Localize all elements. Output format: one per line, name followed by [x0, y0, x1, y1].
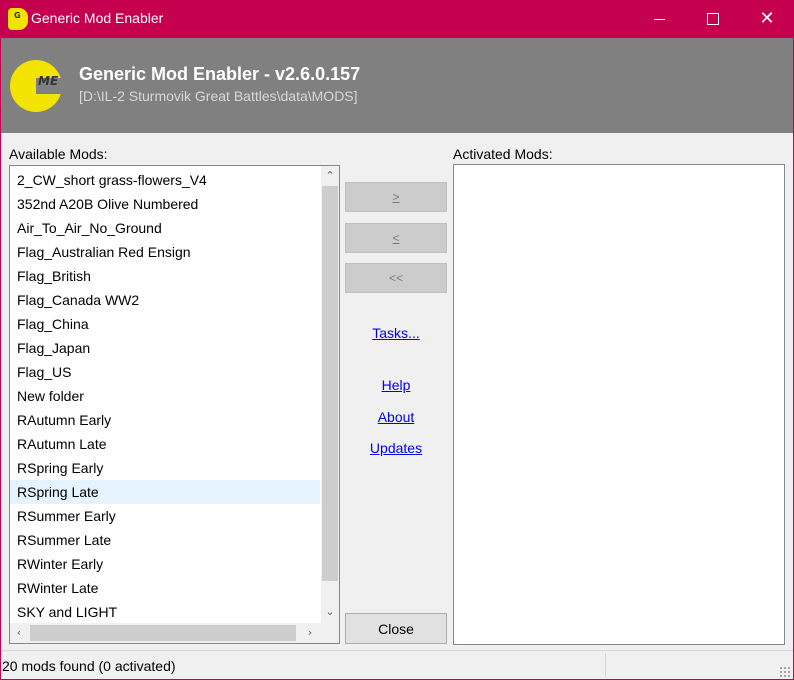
available-mods-label: Available Mods:	[9, 146, 108, 162]
list-item[interactable]: Flag_Canada WW2	[10, 288, 320, 312]
list-item[interactable]: Flag_US	[10, 360, 320, 384]
scrollbar-corner	[321, 623, 339, 643]
list-item[interactable]: New folder	[10, 384, 320, 408]
horizontal-scroll-thumb[interactable]	[30, 625, 296, 641]
maximize-button[interactable]	[686, 0, 740, 38]
list-item[interactable]: RSummer Late	[10, 528, 320, 552]
list-item[interactable]: RSpring Late	[10, 480, 320, 504]
header-band: ME Generic Mod Enabler - v2.6.0.157 [D:\…	[1, 38, 793, 133]
list-item[interactable]: RSpring Early	[10, 456, 320, 480]
list-item[interactable]: RWinter Late	[10, 576, 320, 600]
scroll-down-icon[interactable]: ⌄	[321, 603, 339, 621]
minimize-button[interactable]	[632, 0, 686, 38]
about-link[interactable]: About	[345, 409, 447, 425]
available-mods-items: 2_CW_short grass-flowers_V4 352nd A20B Ol…	[10, 168, 320, 624]
list-item[interactable]: Flag_British	[10, 264, 320, 288]
status-separator	[605, 653, 606, 677]
close-button[interactable]: Close	[345, 613, 447, 644]
vertical-scroll-thumb[interactable]	[322, 186, 338, 581]
resize-grip-icon[interactable]	[779, 666, 791, 678]
list-item[interactable]: 2_CW_short grass-flowers_V4	[10, 168, 320, 192]
status-bar: 20 mods found (0 activated)	[1, 650, 793, 680]
scroll-left-icon[interactable]: ‹	[10, 624, 28, 642]
activate-button-label: >	[392, 190, 400, 204]
scroll-up-icon[interactable]: ⌃	[321, 167, 339, 185]
window-title: Generic Mod Enabler	[31, 10, 164, 26]
activated-mods-label: Activated Mods:	[453, 146, 553, 162]
list-item[interactable]: RSummer Early	[10, 504, 320, 528]
mods-path: [D:\IL-2 Sturmovik Great Battles\data\MO…	[79, 88, 358, 104]
minimize-icon	[653, 18, 665, 20]
list-item[interactable]: RAutumn Early	[10, 408, 320, 432]
updates-link[interactable]: Updates	[345, 440, 447, 456]
list-item[interactable]: 352nd A20B Olive Numbered	[10, 192, 320, 216]
vertical-scrollbar[interactable]: ⌃ ⌄	[321, 166, 339, 623]
list-item[interactable]: Flag_Japan	[10, 336, 320, 360]
list-item[interactable]: Flag_Australian Red Ensign	[10, 240, 320, 264]
list-item[interactable]: RAutumn Late	[10, 432, 320, 456]
horizontal-scrollbar[interactable]: ‹ ›	[10, 623, 321, 643]
deactivate-all-button[interactable]: <<	[345, 263, 447, 293]
tasks-link[interactable]: Tasks...	[345, 325, 447, 341]
close-icon: ✕	[759, 8, 775, 29]
app-icon[interactable]: G	[8, 8, 28, 30]
list-item[interactable]: Flag_China	[10, 312, 320, 336]
activated-mods-list[interactable]	[453, 164, 785, 645]
status-text: 20 mods found (0 activated)	[2, 658, 176, 674]
deactivate-button-label: <	[392, 231, 400, 245]
app-version-title: Generic Mod Enabler - v2.6.0.157	[79, 64, 361, 84]
close-window-button[interactable]: ✕	[740, 0, 794, 38]
title-bar[interactable]: G Generic Mod Enabler ✕	[0, 0, 794, 38]
help-link[interactable]: Help	[345, 377, 447, 393]
maximize-icon	[707, 13, 719, 25]
available-mods-list[interactable]: 2_CW_short grass-flowers_V4 352nd A20B Ol…	[9, 165, 340, 644]
scroll-right-icon[interactable]: ›	[301, 624, 319, 642]
logo-me-text: ME	[38, 74, 59, 88]
deactivate-all-button-label: <<	[388, 271, 403, 285]
activate-button[interactable]: >	[345, 182, 447, 212]
list-item[interactable]: Air_To_Air_No_Ground	[10, 216, 320, 240]
gme-logo: ME	[10, 60, 66, 112]
list-item[interactable]: RWinter Early	[10, 552, 320, 576]
list-item[interactable]: SKY and LIGHT	[10, 600, 320, 624]
app-icon-glyph: G	[14, 11, 21, 20]
deactivate-button[interactable]: <	[345, 223, 447, 253]
